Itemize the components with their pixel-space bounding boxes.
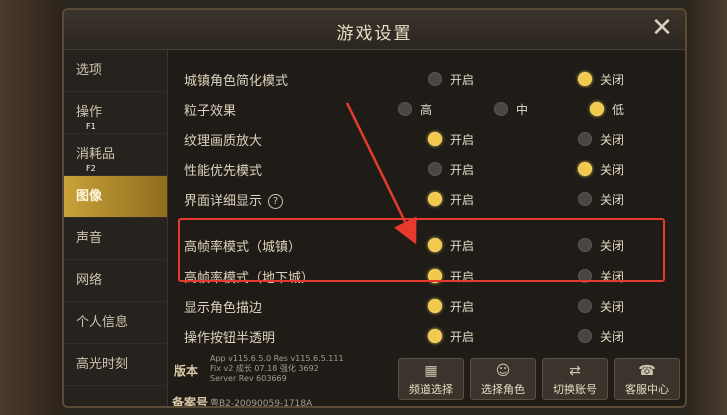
annotation-arrow-icon [345, 102, 417, 245]
